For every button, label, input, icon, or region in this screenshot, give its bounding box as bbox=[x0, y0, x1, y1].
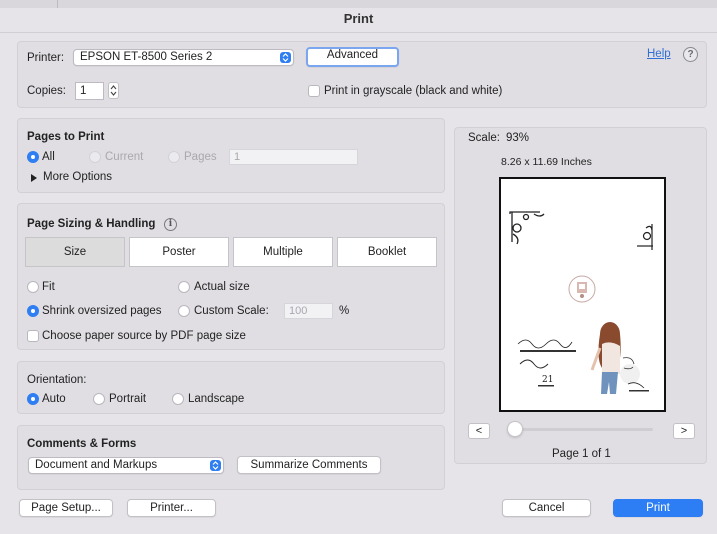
birthday-card-artwork: 21 bbox=[509, 211, 653, 394]
pages-range-label: Pages bbox=[184, 151, 217, 163]
previous-page-button[interactable]: < bbox=[468, 423, 490, 439]
grayscale-label: Print in grayscale (black and white) bbox=[324, 85, 503, 97]
custom-scale-input[interactable]: 100 bbox=[284, 303, 333, 319]
more-options-label[interactable]: More Options bbox=[43, 171, 112, 183]
next-page-button[interactable]: > bbox=[673, 423, 695, 439]
tab-multiple[interactable]: Multiple bbox=[233, 237, 333, 267]
orientation-panel bbox=[17, 361, 445, 414]
cancel-button[interactable]: Cancel bbox=[502, 499, 591, 517]
dialog-title: Print bbox=[343, 11, 374, 26]
custom-scale-label: Custom Scale: bbox=[194, 305, 269, 317]
scale-value: 93% bbox=[506, 132, 530, 144]
pages-all-radio[interactable] bbox=[27, 151, 39, 163]
tab-booklet[interactable]: Booklet bbox=[337, 237, 437, 267]
copies-input[interactable]: 1 bbox=[75, 82, 104, 100]
preview-paper: 21 bbox=[506, 184, 659, 398]
actual-size-radio[interactable] bbox=[178, 281, 190, 293]
percent-label: % bbox=[339, 305, 350, 317]
orientation-auto-label: Auto bbox=[42, 393, 66, 405]
sizing-heading: Page Sizing & Handling bbox=[27, 218, 156, 230]
printer-select-value: EPSON ET-8500 Series 2 bbox=[80, 51, 213, 63]
pages-current-radio[interactable] bbox=[89, 151, 101, 163]
printer-button[interactable]: Printer... bbox=[127, 499, 216, 517]
chevron-updown-icon bbox=[210, 460, 221, 471]
orientation-portrait-radio[interactable] bbox=[93, 393, 105, 405]
paper-source-label: Choose paper source by PDF page size bbox=[42, 330, 246, 342]
pages-range-radio[interactable] bbox=[168, 151, 180, 163]
comments-heading: Comments & Forms bbox=[27, 438, 137, 450]
shrink-label: Shrink oversized pages bbox=[42, 305, 162, 317]
page-slider-track bbox=[512, 428, 653, 431]
pages-heading: Pages to Print bbox=[27, 131, 105, 143]
scale-label: Scale: bbox=[468, 132, 500, 144]
fit-label: Fit bbox=[42, 281, 55, 293]
top-strip-separator bbox=[57, 0, 58, 8]
pages-range-input[interactable]: 1 bbox=[229, 149, 358, 165]
svg-text:21: 21 bbox=[542, 375, 553, 385]
printer-label: Printer: bbox=[27, 52, 65, 64]
actual-size-label: Actual size bbox=[194, 281, 250, 293]
window-top-strip bbox=[0, 0, 717, 8]
stepper-arrows-icon bbox=[110, 85, 117, 96]
page-status: Page 1 of 1 bbox=[552, 448, 611, 460]
pages-current-label: Current bbox=[105, 151, 144, 163]
help-question-icon[interactable]: ? bbox=[683, 47, 698, 62]
page-slider-knob[interactable] bbox=[507, 421, 523, 437]
orientation-landscape-radio[interactable] bbox=[172, 393, 184, 405]
copies-stepper[interactable] bbox=[108, 82, 119, 99]
help-link[interactable]: Help bbox=[647, 48, 671, 60]
chevron-updown-icon bbox=[280, 52, 291, 63]
print-button[interactable]: Print bbox=[613, 499, 703, 517]
tab-size[interactable]: Size bbox=[25, 237, 125, 267]
paper-source-checkbox[interactable] bbox=[27, 330, 39, 342]
tab-poster[interactable]: Poster bbox=[129, 237, 229, 267]
advanced-button[interactable]: Advanced bbox=[306, 47, 399, 67]
fit-radio[interactable] bbox=[27, 281, 39, 293]
grayscale-checkbox[interactable] bbox=[308, 85, 320, 97]
comments-select[interactable]: Document and Markups bbox=[28, 457, 224, 474]
custom-scale-radio[interactable] bbox=[178, 305, 190, 317]
summarize-comments-button[interactable]: Summarize Comments bbox=[237, 456, 381, 474]
disclosure-triangle-icon[interactable] bbox=[31, 173, 38, 185]
pages-all-label: All bbox=[42, 151, 55, 163]
orientation-landscape-label: Landscape bbox=[188, 393, 245, 405]
orientation-heading: Orientation: bbox=[27, 374, 87, 386]
copies-label: Copies: bbox=[27, 85, 66, 97]
title-divider bbox=[0, 32, 717, 33]
page-preview: 21 bbox=[499, 177, 666, 412]
info-icon[interactable]: i bbox=[164, 218, 177, 231]
orientation-auto-radio[interactable] bbox=[27, 393, 39, 405]
shrink-radio[interactable] bbox=[27, 305, 39, 317]
printer-select[interactable]: EPSON ET-8500 Series 2 bbox=[73, 49, 294, 66]
paper-dimensions: 8.26 x 11.69 Inches bbox=[501, 156, 592, 168]
page-setup-button[interactable]: Page Setup... bbox=[19, 499, 113, 517]
comments-select-value: Document and Markups bbox=[35, 459, 158, 471]
orientation-portrait-label: Portrait bbox=[109, 393, 147, 405]
